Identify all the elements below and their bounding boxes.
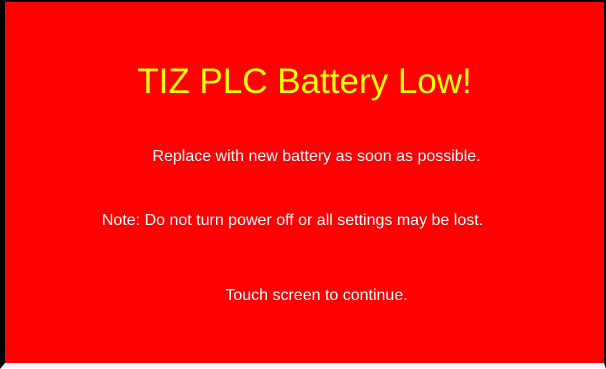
- touch-to-continue-prompt: Touch screen to continue.: [225, 287, 408, 304]
- battery-alert-screen[interactable]: TIZ PLC Battery Low! Replace with new ba…: [0, 0, 606, 369]
- power-warning-note: Note: Do not turn power off or all setti…: [101, 212, 484, 229]
- replace-battery-message: Replace with new battery as soon as poss…: [152, 148, 481, 165]
- alert-title: TIZ PLC Battery Low!: [137, 62, 472, 101]
